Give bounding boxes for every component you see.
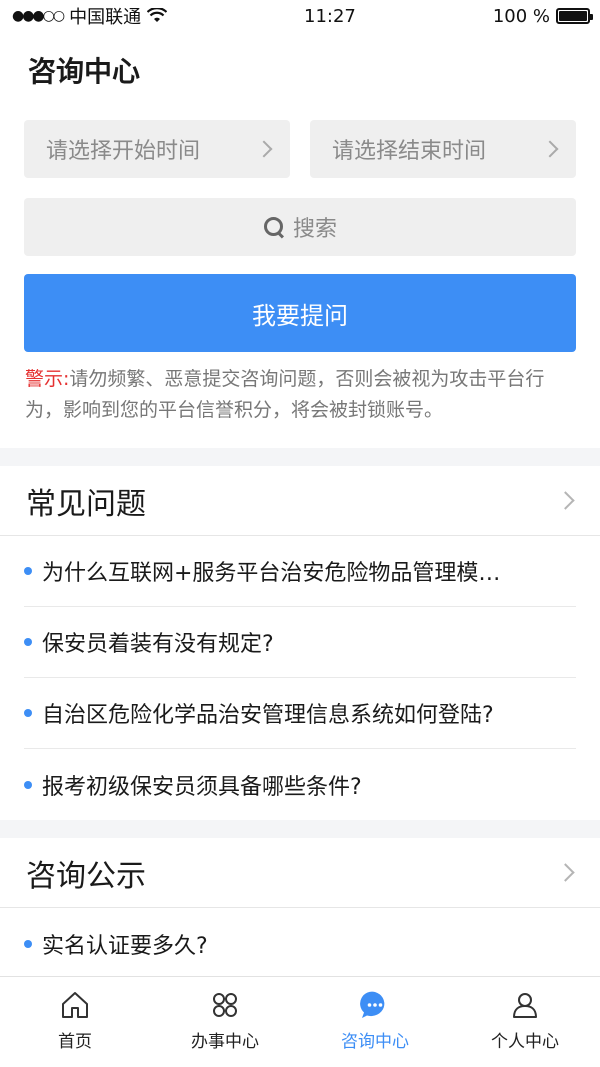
tab-home[interactable]: 首页 (0, 977, 150, 1067)
announcement-list: 实名认证要多久? (0, 908, 600, 979)
bullet-icon (24, 709, 32, 717)
battery-percent: 100 % (492, 5, 550, 27)
list-item[interactable]: 为什么互联网+服务平台治安危险物品管理模… (24, 536, 576, 607)
tab-label: 个人中心 (491, 1032, 559, 1052)
section-title: 咨询公示 (26, 858, 146, 894)
carrier-name: 中国联通 (69, 7, 142, 28)
search-icon (263, 216, 285, 238)
list-item[interactable]: 报考初级保安员须具备哪些条件? (24, 749, 576, 820)
announcement-section: 咨询公示 实名认证要多久? (0, 838, 600, 979)
end-time-placeholder: 请选择结束时间 (332, 139, 487, 164)
search-button[interactable]: 搜索 (24, 198, 576, 256)
user-icon (513, 993, 537, 1018)
list-item-text: 自治区危险化学品治安管理信息系统如何登陆? (42, 703, 494, 728)
clock: 11:27 (304, 5, 356, 27)
home-icon (62, 992, 88, 1018)
list-item-text: 为什么互联网+服务平台治安危险物品管理模… (42, 561, 501, 586)
tab-bar: 首页 办事中心 咨询中心 个人中心 (0, 976, 600, 1067)
tab-services[interactable]: 办事中心 (150, 977, 300, 1067)
tab-label: 办事中心 (191, 1032, 259, 1052)
section-title: 常见问题 (26, 486, 146, 522)
date-range: 请选择开始时间 请选择结束时间 (24, 120, 576, 178)
warning-label: 警示: (25, 368, 70, 390)
search-label: 搜索 (292, 217, 337, 242)
tab-profile[interactable]: 个人中心 (450, 977, 600, 1067)
list-item[interactable]: 自治区危险化学品治安管理信息系统如何登陆? (24, 678, 576, 749)
chevron-right-icon (255, 140, 273, 158)
tab-consult[interactable]: 咨询中心 (300, 977, 450, 1067)
page-title: 咨询中心 (28, 55, 141, 88)
ask-question-button[interactable]: 我要提问 (24, 274, 576, 352)
bullet-icon (24, 638, 32, 646)
chevron-right-icon (556, 491, 575, 510)
start-time-placeholder: 请选择开始时间 (46, 139, 201, 164)
faq-header[interactable]: 常见问题 (0, 466, 600, 536)
consult-form: 咨询中心 请选择开始时间 请选择结束时间 搜索 我要提问 警示:请勿频繁、恶意提… (0, 32, 600, 448)
announcement-header[interactable]: 咨询公示 (0, 838, 600, 908)
list-item-text: 报考初级保安员须具备哪些条件? (42, 774, 362, 800)
bullet-icon (24, 939, 32, 948)
bullet-icon (24, 780, 32, 789)
list-item-text: 实名认证要多久? (42, 933, 208, 959)
warning-text: 请勿频繁、恶意提交咨询问题，否则会被视为攻击平台行为，影响到您的平台信誉积分，将… (25, 368, 545, 421)
wifi-icon (147, 8, 168, 22)
tab-label: 咨询中心 (341, 1032, 409, 1052)
warning-notice: 警示:请勿频繁、恶意提交咨询问题，否则会被视为攻击平台行为，影响到您的平台信誉积… (24, 364, 576, 426)
chat-icon (360, 991, 385, 1018)
signal-strength: ●●●○○ (12, 8, 65, 24)
faq-section: 常见问题 为什么互联网+服务平台治安危险物品管理模… 保安员着装有没有规定? 自… (0, 466, 600, 820)
chevron-right-icon (541, 140, 559, 158)
battery-icon (556, 8, 593, 24)
bullet-icon (24, 567, 32, 575)
tab-label: 首页 (58, 1032, 92, 1052)
services-icon (213, 993, 237, 1017)
faq-list: 为什么互联网+服务平台治安危险物品管理模… 保安员着装有没有规定? 自治区危险化… (0, 536, 600, 820)
list-item-text: 保安员着装有没有规定? (42, 632, 274, 657)
list-item[interactable]: 保安员着装有没有规定? (24, 607, 576, 678)
chevron-right-icon (556, 863, 575, 882)
end-time-picker[interactable]: 请选择结束时间 (310, 120, 576, 178)
status-bar: ●●●○○ 中国联通 11:27 100 % (0, 0, 600, 32)
start-time-picker[interactable]: 请选择开始时间 (24, 120, 290, 178)
list-item[interactable]: 实名认证要多久? (24, 908, 576, 979)
